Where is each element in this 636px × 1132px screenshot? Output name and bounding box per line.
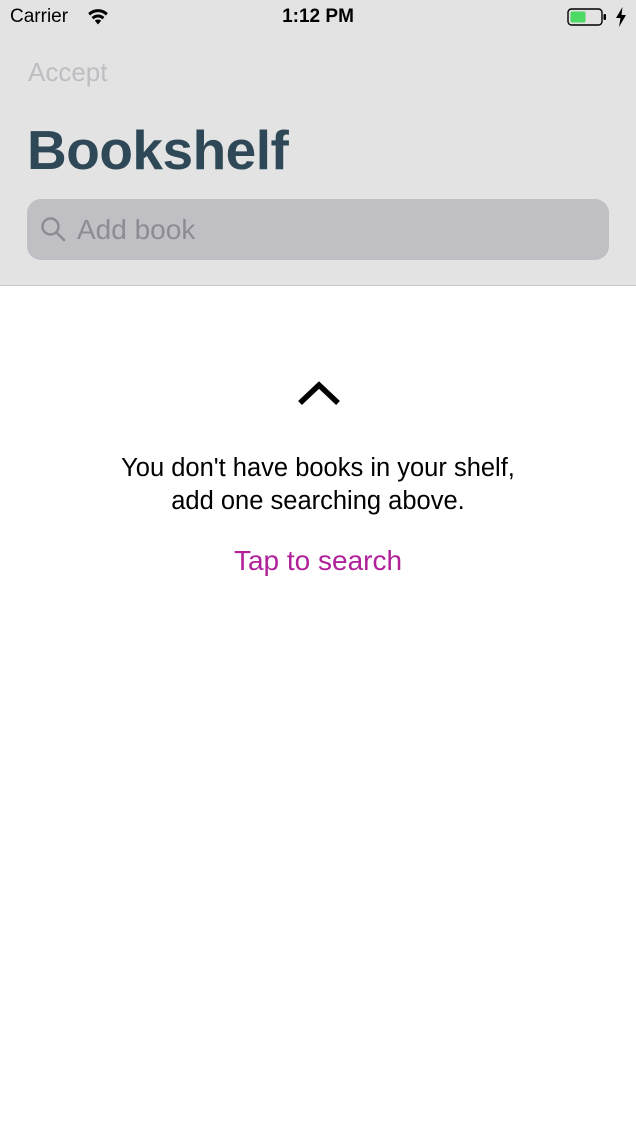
page-title: Bookshelf — [27, 119, 289, 181]
battery-icon — [567, 8, 606, 26]
chevron-up-icon — [298, 381, 340, 405]
status-time: 1:12 PM — [282, 6, 354, 27]
tap-to-search-button[interactable]: Tap to search — [0, 545, 636, 577]
empty-state-line-1: You don't have books in your shelf, — [121, 454, 515, 482]
empty-state-message: You don't have books in your shelf, add … — [0, 452, 636, 518]
search-bar[interactable] — [27, 199, 609, 260]
accept-button[interactable]: Accept — [28, 57, 108, 88]
header-area: Carrier 1:12 PM Accept Bookshelf — [0, 0, 636, 286]
add-book-search-input[interactable] — [77, 199, 597, 260]
bookshelf-screen: Carrier 1:12 PM Accept Bookshelf Add boo… — [0, 0, 636, 1132]
status-bar: Carrier 1:12 PM — [0, 0, 636, 36]
charging-bolt-icon — [616, 7, 626, 27]
empty-state-line-2: add one searching above. — [171, 487, 465, 515]
search-icon — [41, 217, 66, 242]
